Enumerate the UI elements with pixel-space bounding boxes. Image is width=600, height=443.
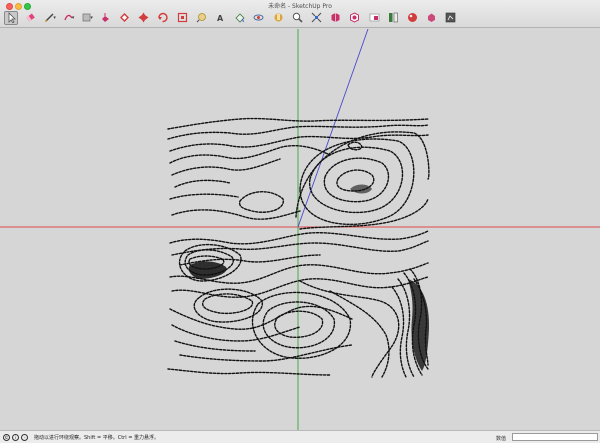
chevron-down-icon[interactable]: ▾	[72, 15, 75, 21]
zoom-extents-tool-icon[interactable]	[310, 11, 323, 24]
main-toolbar: ▾ ▾ ▾ A	[4, 9, 463, 26]
tape-measure-tool-icon[interactable]	[195, 11, 208, 24]
3d-warehouse-icon[interactable]	[329, 11, 342, 24]
extension-manager-icon[interactable]	[387, 11, 400, 24]
contour-terrain	[167, 117, 430, 378]
offset-tool-icon[interactable]	[118, 11, 131, 24]
move-tool-icon[interactable]	[137, 11, 150, 24]
styles-icon[interactable]	[406, 11, 419, 24]
eraser-tool-icon[interactable]	[24, 11, 37, 24]
svg-text:A: A	[217, 14, 224, 23]
select-tool-icon[interactable]	[4, 10, 18, 25]
orbit-tool-icon[interactable]	[252, 11, 265, 24]
extension-warehouse-icon[interactable]	[348, 11, 361, 24]
zoom-tool-icon[interactable]	[291, 11, 304, 24]
status-instruction: 拖动以进行环绕观察。Shift = 平移。Ctrl = 重力悬浮。	[34, 434, 159, 441]
measurements-label: 数值	[496, 436, 507, 442]
geolocation-icon[interactable]: ©	[3, 433, 10, 441]
send-to-layout-icon[interactable]	[368, 11, 381, 24]
rotate-tool-icon[interactable]	[156, 11, 169, 24]
pan-tool-icon[interactable]	[272, 11, 285, 24]
title-bar: 未命名 - SketchUp Pro ▾ ▾ ▾ A	[0, 0, 600, 28]
chevron-down-icon[interactable]: ▾	[90, 15, 93, 21]
text-tool-icon[interactable]: A	[214, 11, 227, 24]
model-canvas[interactable]	[0, 29, 600, 430]
blue-axis	[297, 29, 369, 228]
model-info-icon[interactable]	[425, 11, 438, 24]
drawing-viewport[interactable]	[0, 29, 600, 430]
info-icon[interactable]: i	[12, 433, 19, 441]
measurements-input[interactable]	[512, 433, 598, 441]
paint-bucket-tool-icon[interactable]	[233, 11, 246, 24]
scale-tool-icon[interactable]	[176, 11, 189, 24]
chevron-down-icon[interactable]: ▾	[53, 15, 56, 21]
sketchup-window: 未命名 - SketchUp Pro ▾▾▾A 新的页面	[0, 0, 600, 443]
push-pull-tool-icon[interactable]	[99, 11, 112, 24]
status-bar: © i ◦ 拖动以进行环绕观察。Shift = 平移。Ctrl = 重力悬浮。 …	[0, 430, 600, 443]
user-icon[interactable]: ◦	[21, 433, 28, 441]
layer-output-icon[interactable]	[444, 11, 457, 24]
